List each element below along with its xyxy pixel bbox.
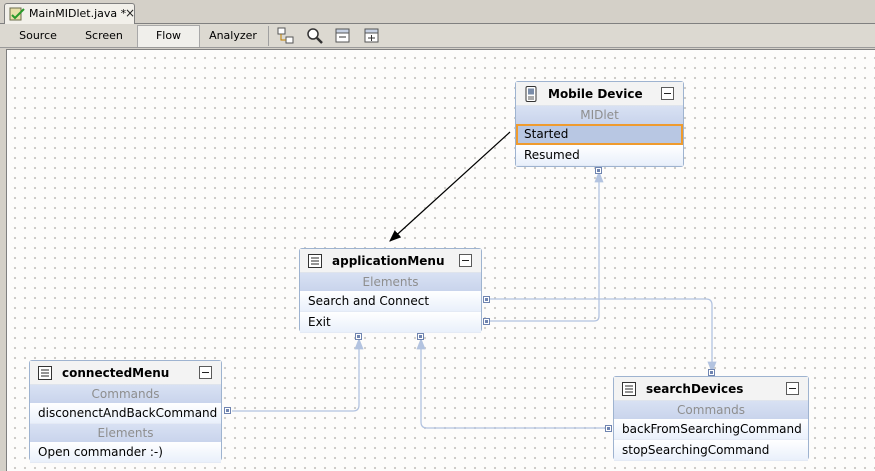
- expand-all-icon[interactable]: [363, 27, 381, 45]
- node-title: applicationMenu: [332, 254, 445, 268]
- file-tab-title: MainMIDlet.java *: [29, 7, 127, 20]
- file-tab[interactable]: MainMIDlet.java * ×: [4, 3, 135, 24]
- start-transition-arrow[interactable]: [389, 131, 511, 242]
- toolbar-separator: [268, 26, 269, 46]
- input-port[interactable]: [417, 333, 424, 340]
- collapse-icon[interactable]: [786, 382, 799, 395]
- row-exit[interactable]: Exit: [300, 312, 481, 333]
- midlet-file-icon: [9, 7, 25, 21]
- input-port[interactable]: [708, 369, 715, 376]
- mobile-device-node[interactable]: Mobile Device MIDlet Started Resumed: [515, 81, 684, 167]
- editor-tab-strip: MainMIDlet.java * ×: [0, 0, 875, 24]
- output-port[interactable]: [224, 407, 231, 414]
- node-header[interactable]: Mobile Device: [516, 82, 683, 106]
- tab-source[interactable]: Source: [6, 25, 70, 47]
- row-started[interactable]: Started: [516, 124, 683, 145]
- row-stop-searching[interactable]: stopSearchingCommand: [614, 440, 808, 461]
- output-port[interactable]: [595, 167, 602, 174]
- section-label: Commands: [30, 385, 221, 403]
- back-transition-wire[interactable]: [416, 337, 607, 429]
- node-title: searchDevices: [646, 382, 744, 396]
- node-header[interactable]: applicationMenu: [300, 249, 481, 273]
- flow-canvas[interactable]: Mobile Device MIDlet Started Resumed app…: [6, 49, 875, 471]
- output-port[interactable]: [605, 425, 612, 432]
- row-search-and-connect[interactable]: Search and Connect: [300, 291, 481, 312]
- list-screen-icon: [308, 254, 322, 268]
- output-port[interactable]: [483, 296, 490, 303]
- section-label: MIDlet: [516, 106, 683, 124]
- node-title: connectedMenu: [62, 366, 170, 380]
- tab-analyzer[interactable]: Analyzer: [202, 25, 264, 47]
- row-open-commander[interactable]: Open commander :-): [30, 442, 221, 463]
- connected-menu-node[interactable]: connectedMenu Commands disconenctAndBack…: [29, 360, 222, 463]
- list-screen-icon: [38, 366, 52, 380]
- collapse-all-icon[interactable]: [334, 27, 352, 45]
- row-back-from-searching[interactable]: backFromSearchingCommand: [614, 419, 808, 440]
- output-port[interactable]: [483, 318, 490, 325]
- collapse-icon[interactable]: [459, 254, 472, 267]
- collapse-icon[interactable]: [661, 87, 674, 100]
- section-label: Elements: [30, 424, 221, 442]
- tab-screen[interactable]: Screen: [72, 25, 136, 47]
- list-screen-icon: [622, 382, 636, 396]
- editor-view-toolbar: Source Screen Flow Analyzer: [0, 24, 875, 48]
- section-label: Elements: [300, 273, 481, 291]
- search-devices-node[interactable]: searchDevices Commands backFromSearching…: [613, 376, 809, 461]
- node-header[interactable]: searchDevices: [614, 377, 808, 401]
- search-transition-wire[interactable]: [488, 298, 717, 374]
- mobile-device-icon: [525, 86, 537, 102]
- row-resumed[interactable]: Resumed: [516, 145, 683, 166]
- section-label: Commands: [614, 401, 808, 419]
- application-menu-node[interactable]: applicationMenu Elements Search and Conn…: [299, 248, 482, 333]
- close-tab-icon[interactable]: ×: [125, 7, 135, 19]
- disconnect-transition-wire[interactable]: [232, 337, 364, 412]
- node-title: Mobile Device: [548, 87, 643, 101]
- row-disconnect-command[interactable]: disconenctAndBackCommand: [30, 403, 221, 424]
- zoom-icon[interactable]: [306, 27, 324, 45]
- layout-icon[interactable]: [277, 27, 295, 45]
- collapse-icon[interactable]: [199, 366, 212, 379]
- tab-flow[interactable]: Flow: [137, 25, 200, 47]
- input-port[interactable]: [355, 333, 362, 340]
- node-header[interactable]: connectedMenu: [30, 361, 221, 385]
